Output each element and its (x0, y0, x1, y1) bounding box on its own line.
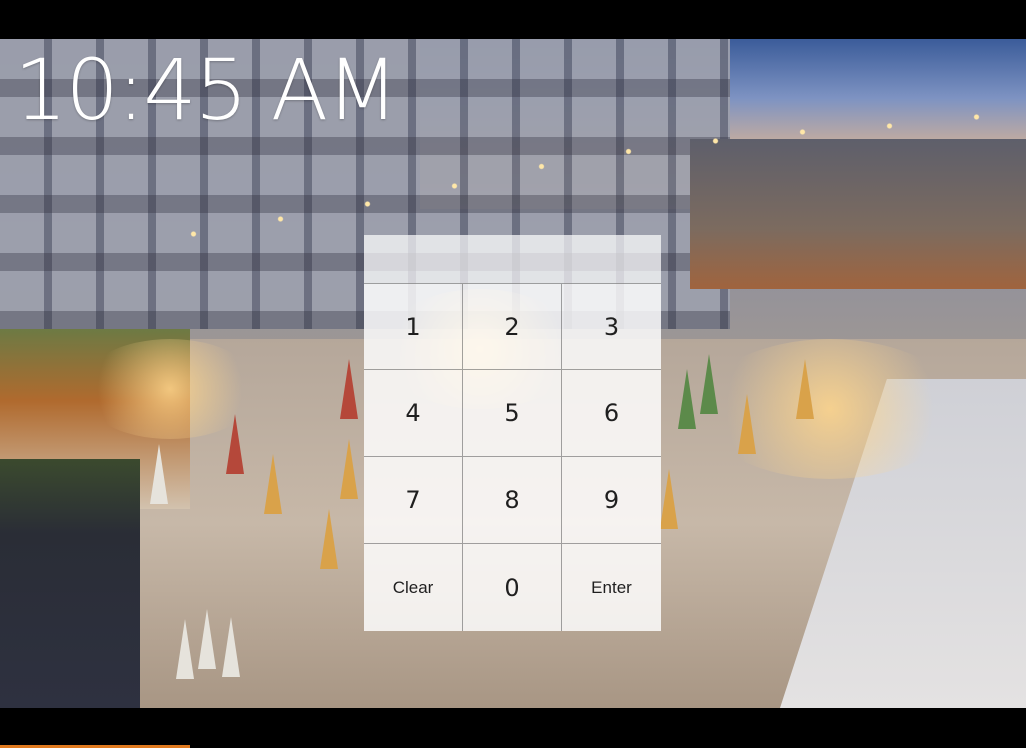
key-6[interactable]: 6 (562, 370, 661, 457)
pin-keypad: 1 2 3 4 5 6 7 8 9 Clear 0 Enter (364, 235, 661, 631)
key-5[interactable]: 5 (463, 370, 562, 457)
key-4[interactable]: 4 (364, 370, 463, 457)
lock-screen: 10:45 AM 1 2 3 4 5 6 7 8 9 Clear 0 Enter (0, 0, 1026, 748)
key-3[interactable]: 3 (562, 283, 661, 370)
clear-button[interactable]: Clear (364, 544, 463, 631)
umbrella (222, 617, 240, 677)
umbrella (660, 469, 678, 529)
umbrella (340, 439, 358, 499)
key-0[interactable]: 0 (463, 544, 562, 631)
key-7[interactable]: 7 (364, 457, 463, 544)
umbrella (176, 619, 194, 679)
key-9[interactable]: 9 (562, 457, 661, 544)
umbrella (150, 444, 168, 504)
umbrella (226, 414, 244, 474)
umbrella (320, 509, 338, 569)
container-structure (0, 459, 140, 708)
key-8[interactable]: 8 (463, 457, 562, 544)
umbrella (340, 359, 358, 419)
key-2[interactable]: 2 (463, 283, 562, 370)
umbrella (198, 609, 216, 669)
umbrella (700, 354, 718, 414)
clock-time: 10:45 AM (14, 41, 399, 139)
bottom-bar (0, 708, 1026, 748)
umbrella (796, 359, 814, 419)
top-bar (0, 0, 1026, 39)
umbrella (738, 394, 756, 454)
key-1[interactable]: 1 (364, 283, 463, 370)
umbrella (678, 369, 696, 429)
keypad-grid: 1 2 3 4 5 6 7 8 9 Clear 0 Enter (364, 283, 661, 631)
enter-button[interactable]: Enter (562, 544, 661, 631)
pin-display[interactable] (364, 235, 661, 283)
umbrella (264, 454, 282, 514)
